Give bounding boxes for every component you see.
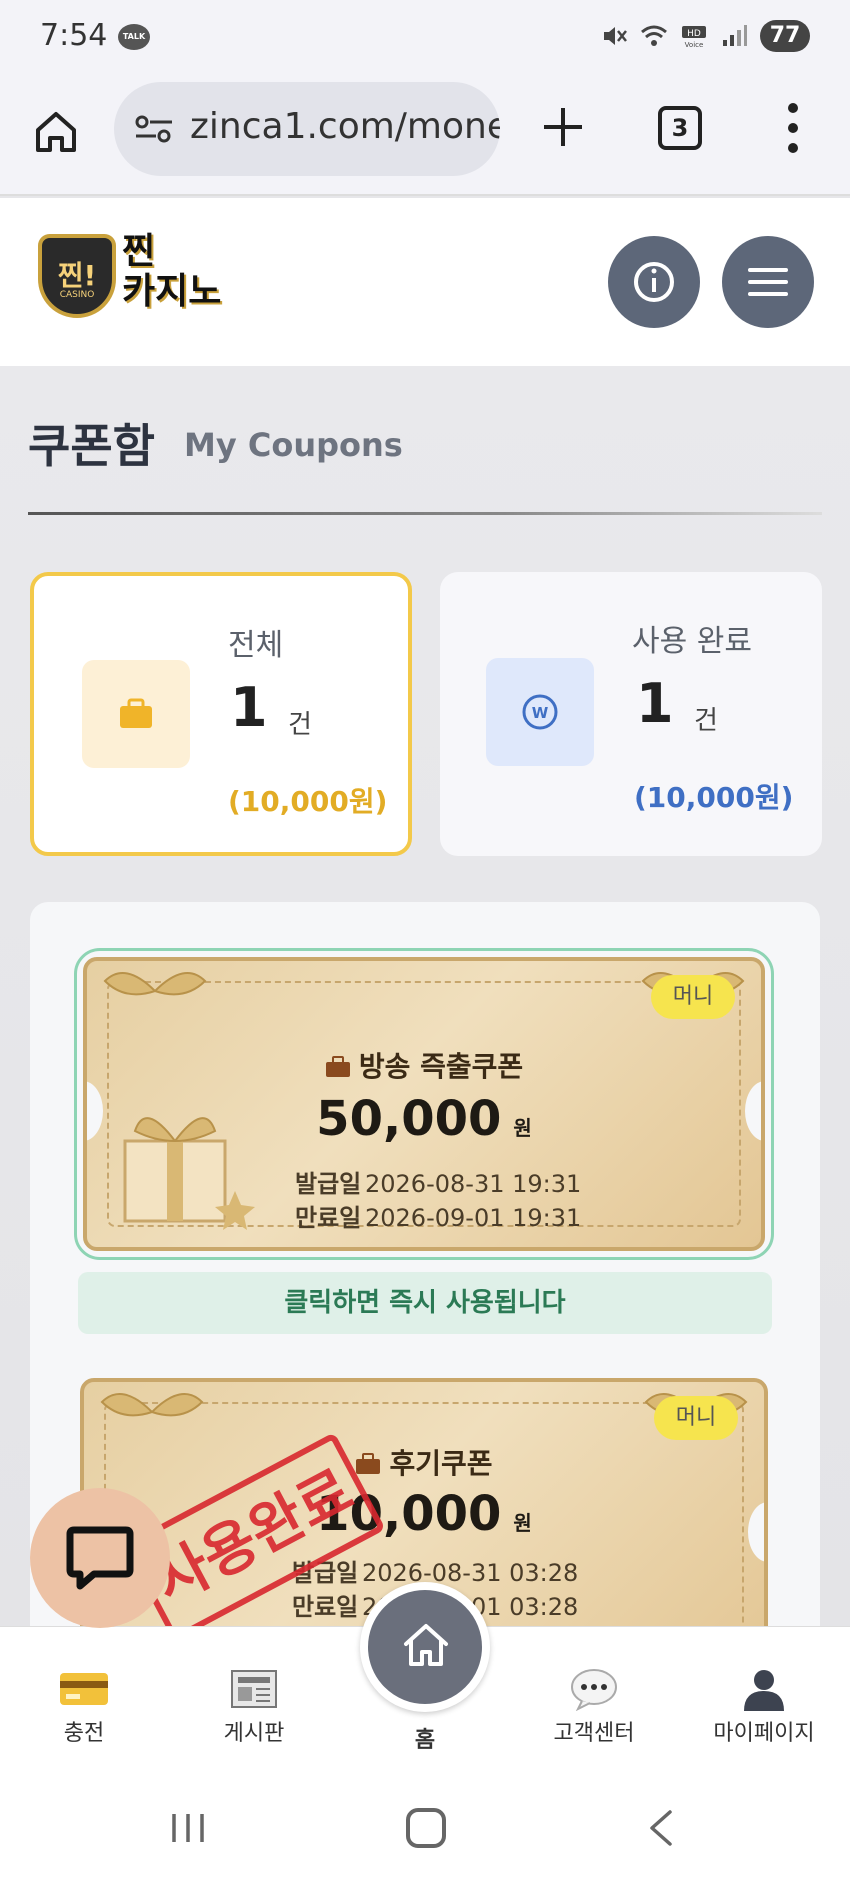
live-chat-button[interactable]	[30, 1488, 170, 1628]
info-button[interactable]	[608, 236, 700, 328]
nav-item-mypage[interactable]: 마이페이지	[694, 1667, 834, 1747]
back-icon[interactable]	[646, 1808, 676, 1848]
briefcase-icon	[356, 1453, 381, 1474]
stat-label: 전체	[228, 628, 284, 663]
ribbon-bow-icon	[100, 1393, 204, 1417]
issued-date: 2026-08-31 19:31	[365, 1170, 582, 1198]
stat-card-total[interactable]: 전체 1 건 (10,000원)	[30, 572, 412, 856]
status-time: 7:54	[40, 18, 108, 53]
coupon-amount-value: 50,000	[316, 1091, 502, 1147]
briefcase-icon	[120, 698, 152, 728]
coupon-currency: 원	[513, 1511, 532, 1535]
coupon-name: 후기쿠폰	[74, 1442, 774, 1482]
battery-indicator: 77	[760, 20, 810, 52]
expires-label: 만료일	[292, 1593, 359, 1621]
nav-label-home[interactable]: 홈	[395, 1722, 455, 1754]
kakaotalk-icon: TALK	[118, 24, 150, 50]
coupon-name-text: 방송 즉출쿠폰	[358, 1050, 524, 1083]
expires-date: 2026-09-01 19:31	[365, 1204, 582, 1232]
money-badge: 머니	[651, 975, 735, 1019]
logo-badge-text: 찐!	[57, 259, 97, 292]
user-silhouette-icon	[744, 1670, 784, 1711]
money-badge: 머니	[654, 1396, 738, 1440]
recent-apps-icon[interactable]	[168, 1810, 208, 1846]
use-coupon-hint-button[interactable]: 클릭하면 즉시 사용됩니다	[78, 1272, 772, 1334]
nav-item-deposit[interactable]: 충전	[14, 1667, 154, 1747]
logo-badge-sub: CASINO	[59, 290, 95, 300]
browser-home-icon[interactable]	[32, 108, 80, 156]
nav-label: 게시판	[223, 1721, 285, 1746]
tab-switcher-button[interactable]: 3	[658, 106, 702, 150]
url-text[interactable]: zinca1.com/mone	[190, 106, 500, 147]
signal-icon	[723, 25, 747, 46]
menu-button[interactable]	[722, 236, 814, 328]
issued-label: 발급일	[295, 1170, 362, 1198]
issued-date: 2026-08-31 03:28	[362, 1559, 579, 1587]
nav-label: 충전	[63, 1721, 105, 1746]
mute-icon	[604, 27, 627, 45]
logo-text: 찐 카지노	[122, 232, 221, 312]
stat-amount: (10,000원)	[634, 781, 794, 814]
stat-count: 1	[230, 676, 268, 739]
system-home-icon[interactable]	[406, 1808, 446, 1848]
expires-label: 만료일	[295, 1204, 362, 1232]
stat-unit: 건	[694, 706, 718, 736]
system-navigation-bar	[0, 1766, 850, 1889]
stat-icon-box: W	[486, 658, 594, 766]
more-menu-icon[interactable]	[784, 100, 802, 156]
stat-amount: (10,000원)	[228, 785, 388, 818]
won-coin-letter: W	[532, 704, 549, 722]
site-settings-icon[interactable]	[134, 114, 174, 144]
logo-text-line2: 카지노	[122, 271, 222, 312]
coupon-dates: 발급일 2026-08-31 19:31 만료일 2026-09-01 19:31	[295, 1167, 581, 1235]
chat-bubble-icon	[66, 1526, 134, 1590]
nav-item-board[interactable]: 게시판	[184, 1667, 324, 1747]
nav-item-support[interactable]: 고객센터	[524, 1667, 664, 1747]
svg-text:Voice: Voice	[685, 41, 704, 49]
newspaper-icon	[231, 1670, 277, 1708]
stat-icon-box	[82, 660, 190, 768]
speech-bubble-icon	[571, 1669, 617, 1711]
coupon-amount: 50,000 원	[77, 1091, 771, 1147]
title-divider	[28, 512, 822, 515]
hd-voice-icon: HD Voice	[682, 26, 706, 49]
page-title: 쿠폰함	[28, 419, 155, 473]
nav-label: 고객센터	[553, 1721, 635, 1746]
wifi-icon	[641, 25, 667, 46]
stat-card-used[interactable]: W 사용 완료 1 건 (10,000원)	[440, 572, 822, 856]
address-bar[interactable]: zinca1.com/mone	[114, 82, 500, 176]
status-icons: HD Voice 77	[600, 20, 810, 52]
logo-text-line1: 찐	[122, 231, 156, 272]
hamburger-icon	[748, 268, 788, 296]
stat-count: 1	[636, 672, 674, 735]
logo-badge: 찐! CASINO	[38, 234, 116, 318]
home-icon	[404, 1624, 448, 1666]
site-logo[interactable]: 찐! CASINO 찐 카지노	[38, 226, 228, 322]
coupon-page: 쿠폰함 My Coupons 전체 1 건 (10,000원) W 사용 완료 …	[0, 366, 850, 1626]
svg-text:HD: HD	[687, 29, 701, 39]
stat-unit: 건	[288, 710, 312, 740]
new-tab-icon[interactable]	[538, 102, 588, 152]
coupon-name-text: 후기쿠폰	[389, 1447, 493, 1480]
site-header: 찐! CASINO 찐 카지노	[0, 198, 850, 366]
credit-card-icon	[60, 1673, 108, 1705]
coupon-currency: 원	[513, 1116, 532, 1140]
coupon-name: 방송 즉출쿠폰	[77, 1045, 771, 1085]
browser-toolbar: zinca1.com/mone 3	[0, 72, 850, 196]
coupon-card[interactable]: 머니 방송 즉출쿠폰 50,000 원 발급일 2026-08-31 19:31 만…	[74, 948, 774, 1260]
page-subtitle: My Coupons	[184, 426, 403, 464]
stat-label: 사용 완료	[632, 624, 752, 659]
briefcase-icon	[325, 1056, 350, 1077]
won-coin-icon: W	[522, 694, 558, 730]
ribbon-bow-icon	[103, 972, 207, 996]
status-bar: 7:54 TALK HD Voice 77	[0, 0, 850, 72]
home-button[interactable]	[360, 1582, 490, 1712]
nav-label: 마이페이지	[713, 1721, 815, 1746]
info-icon	[634, 262, 674, 302]
